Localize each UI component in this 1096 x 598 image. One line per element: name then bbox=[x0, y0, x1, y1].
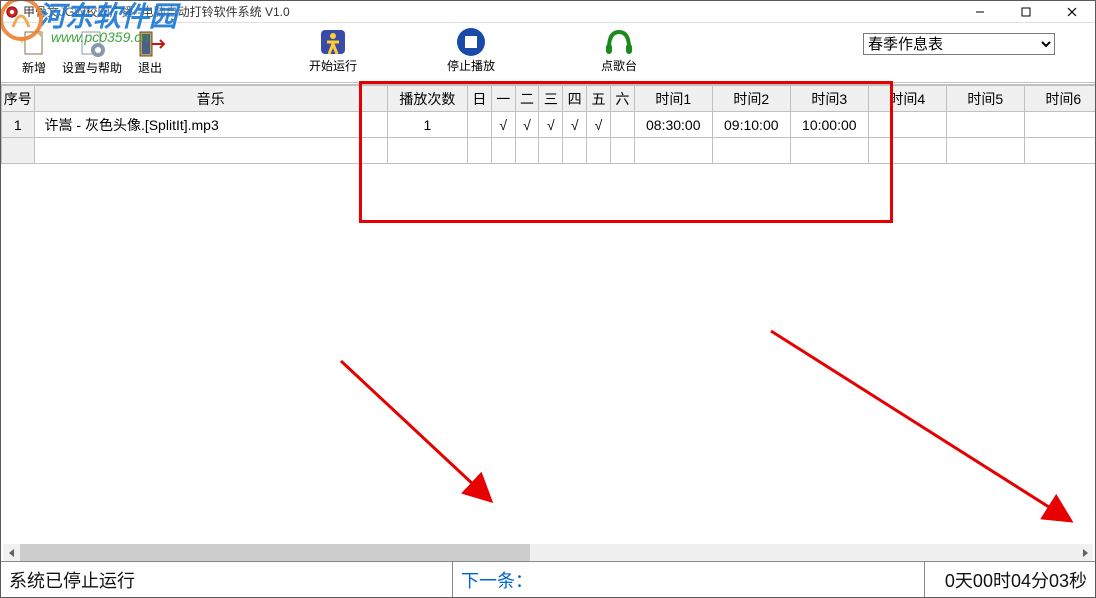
stop-button[interactable]: 停止播放 bbox=[427, 23, 515, 79]
status-next: 下一条： bbox=[453, 562, 925, 597]
col-seq[interactable]: 序号 bbox=[2, 86, 35, 112]
col-day-wed[interactable]: 三 bbox=[539, 86, 563, 112]
col-music[interactable]: 音乐 bbox=[34, 86, 387, 112]
cell-time3[interactable]: 10:00:00 bbox=[790, 112, 868, 138]
col-day-sat[interactable]: 六 bbox=[610, 86, 634, 112]
col-day-thu[interactable]: 四 bbox=[563, 86, 587, 112]
cell-day-sun[interactable] bbox=[467, 112, 491, 138]
file-sparkle-icon bbox=[18, 27, 50, 61]
new-label: 新增 bbox=[22, 61, 46, 75]
scroll-track[interactable] bbox=[20, 544, 1076, 561]
app-window: 甲骨文JGW校园广播--电脑自动打铃软件系统 V1.0 新增 设置与帮助 bbox=[0, 0, 1096, 598]
col-time5[interactable]: 时间5 bbox=[946, 86, 1024, 112]
window-title: 甲骨文JGW校园广播--电脑自动打铃软件系统 V1.0 bbox=[23, 3, 290, 20]
start-button[interactable]: 开始运行 bbox=[289, 23, 377, 79]
cell-music[interactable]: 许嵩 - 灰色头像.[SplitIt].mp3 bbox=[34, 112, 387, 138]
play-running-icon bbox=[317, 25, 349, 59]
schedule-grid[interactable]: 序号 音乐 播放次数 日 一 二 三 四 五 六 时间1 时间2 时间3 时间4… bbox=[1, 85, 1095, 164]
request-button[interactable]: 点歌台 bbox=[575, 23, 663, 79]
col-time2[interactable]: 时间2 bbox=[712, 86, 790, 112]
grid-header-row: 序号 音乐 播放次数 日 一 二 三 四 五 六 时间1 时间2 时间3 时间4… bbox=[2, 86, 1096, 112]
table-row-empty[interactable] bbox=[2, 138, 1096, 164]
page-gear-icon bbox=[76, 27, 108, 61]
cell-day-thu[interactable]: √ bbox=[563, 112, 587, 138]
exit-button[interactable]: 退出 bbox=[121, 25, 179, 81]
cell-seq-empty[interactable] bbox=[2, 138, 35, 164]
cell-playcount[interactable]: 1 bbox=[387, 112, 467, 138]
start-label: 开始运行 bbox=[309, 59, 357, 73]
schedule-select-wrap: 春季作息表 bbox=[863, 33, 1055, 55]
status-state: 系统已停止运行 bbox=[1, 562, 453, 597]
col-time6[interactable]: 时间6 bbox=[1024, 86, 1095, 112]
titlebar: 甲骨文JGW校园广播--电脑自动打铃软件系统 V1.0 bbox=[1, 1, 1095, 23]
status-timer: 0天00时04分03秒 bbox=[925, 562, 1095, 597]
settings-button[interactable]: 设置与帮助 bbox=[63, 25, 121, 81]
cell-time5[interactable] bbox=[946, 112, 1024, 138]
cell-day-wed[interactable]: √ bbox=[539, 112, 563, 138]
scroll-right-button[interactable] bbox=[1076, 544, 1093, 561]
schedule-select[interactable]: 春季作息表 bbox=[863, 33, 1055, 55]
scroll-thumb[interactable] bbox=[20, 544, 530, 561]
close-button[interactable] bbox=[1049, 1, 1095, 23]
stop-square-icon bbox=[455, 25, 487, 59]
cell-day-sat[interactable] bbox=[610, 112, 634, 138]
col-day-fri[interactable]: 五 bbox=[587, 86, 611, 112]
headphones-icon bbox=[603, 25, 635, 59]
cell-time6[interactable] bbox=[1024, 112, 1095, 138]
cell-time2[interactable]: 09:10:00 bbox=[712, 112, 790, 138]
schedule-grid-wrap: 序号 音乐 播放次数 日 一 二 三 四 五 六 时间1 时间2 时间3 时间4… bbox=[1, 84, 1095, 561]
minimize-button[interactable] bbox=[957, 1, 1003, 23]
cell-day-mon[interactable]: √ bbox=[491, 112, 515, 138]
scroll-left-button[interactable] bbox=[3, 544, 20, 561]
statusbar: 系统已停止运行 下一条： 0天00时04分03秒 bbox=[1, 561, 1095, 597]
col-time3[interactable]: 时间3 bbox=[790, 86, 868, 112]
horizontal-scrollbar[interactable] bbox=[3, 544, 1093, 561]
cell-seq[interactable]: 1 bbox=[2, 112, 35, 138]
settings-label: 设置与帮助 bbox=[62, 61, 122, 75]
col-time1[interactable]: 时间1 bbox=[634, 86, 712, 112]
new-button[interactable]: 新增 bbox=[5, 25, 63, 81]
request-label: 点歌台 bbox=[601, 59, 637, 73]
door-arrow-icon bbox=[134, 27, 166, 61]
exit-label: 退出 bbox=[138, 61, 162, 75]
table-row[interactable]: 1 许嵩 - 灰色头像.[SplitIt].mp3 1 √ √ √ √ √ 08… bbox=[2, 112, 1096, 138]
col-playcount[interactable]: 播放次数 bbox=[387, 86, 467, 112]
col-day-sun[interactable]: 日 bbox=[467, 86, 491, 112]
cell-day-fri[interactable]: √ bbox=[587, 112, 611, 138]
col-time4[interactable]: 时间4 bbox=[868, 86, 946, 112]
cell-time1[interactable]: 08:30:00 bbox=[634, 112, 712, 138]
app-icon bbox=[5, 5, 19, 19]
stop-label: 停止播放 bbox=[447, 59, 495, 73]
toolbar: 新增 设置与帮助 退出 开始运行 bbox=[1, 23, 1095, 83]
cell-day-tue[interactable]: √ bbox=[515, 112, 539, 138]
maximize-button[interactable] bbox=[1003, 1, 1049, 23]
col-day-tue[interactable]: 二 bbox=[515, 86, 539, 112]
cell-time4[interactable] bbox=[868, 112, 946, 138]
col-day-mon[interactable]: 一 bbox=[491, 86, 515, 112]
